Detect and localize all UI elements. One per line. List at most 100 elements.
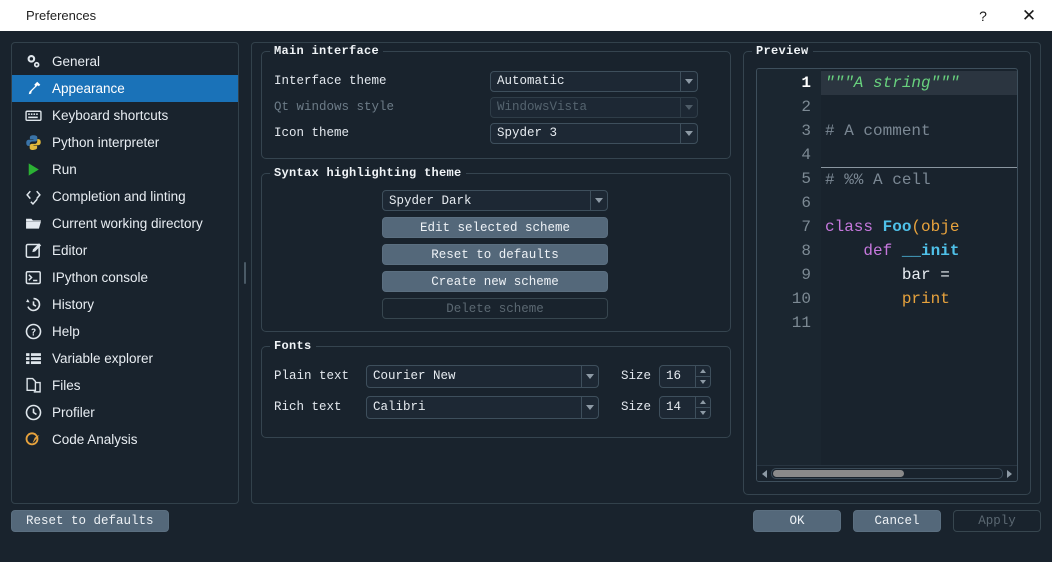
spin-up-icon[interactable] bbox=[696, 366, 710, 377]
close-icon[interactable]: ✕ bbox=[1006, 0, 1052, 31]
question-circle-icon: ? bbox=[23, 323, 43, 341]
sidebar-item-variable-explorer[interactable]: Variable explorer bbox=[12, 345, 238, 372]
line-number: 10 bbox=[791, 290, 811, 308]
check-warning-icon bbox=[23, 431, 43, 449]
sidebar-item-label: History bbox=[52, 297, 95, 312]
code-line[interactable]: # A comment bbox=[821, 119, 1017, 143]
sidebar-item-history[interactable]: History bbox=[12, 291, 238, 318]
code-line[interactable] bbox=[821, 143, 1017, 167]
rich-text-size-value[interactable]: 14 bbox=[660, 397, 695, 418]
code-token: # %% A cell bbox=[825, 171, 931, 189]
code-token: """A string""" bbox=[825, 74, 960, 92]
hscroll-track[interactable] bbox=[771, 468, 1003, 479]
keyboard-icon bbox=[23, 107, 43, 125]
line-number: 9 bbox=[801, 266, 811, 284]
sidebar-item-files[interactable]: Files bbox=[12, 372, 238, 399]
splitter-handle[interactable] bbox=[244, 262, 246, 284]
spin-up-icon[interactable] bbox=[696, 397, 710, 408]
line-number: 2 bbox=[801, 98, 811, 116]
line-number: 1 bbox=[801, 74, 811, 92]
code-preview-editor[interactable]: 1 2 3 4 5 6 7 8 9 10 11 """A string""" # A comment… bbox=[756, 68, 1018, 482]
sidebar-item-label: Files bbox=[52, 378, 81, 393]
sidebar-item-help[interactable]: ? Help bbox=[12, 318, 238, 345]
chevron-down-icon[interactable] bbox=[581, 365, 598, 387]
rich-text-label: Rich text bbox=[274, 400, 342, 414]
code-token: Foo bbox=[882, 218, 912, 236]
appearance-panel: Main interface Interface theme Automatic Q… bbox=[251, 42, 1041, 504]
code-line[interactable]: """A string""" bbox=[821, 71, 1017, 95]
qt-windows-style-label: Qt windows style bbox=[274, 100, 395, 114]
sidebar-item-general[interactable]: General bbox=[12, 48, 238, 75]
rich-text-size-spinbox[interactable]: 14 bbox=[659, 395, 712, 419]
code-line[interactable] bbox=[821, 191, 1017, 215]
sidebar-item-current-working-directory[interactable]: Current working directory bbox=[12, 210, 238, 237]
plain-text-size-spinbox[interactable]: 16 bbox=[659, 364, 712, 388]
history-icon bbox=[23, 296, 43, 314]
apply-button: Apply bbox=[953, 510, 1041, 532]
chevron-down-icon[interactable] bbox=[680, 71, 697, 91]
code-line[interactable]: print bbox=[821, 287, 1017, 311]
main-interface-group: Main interface Interface theme Automatic Q… bbox=[261, 44, 731, 159]
cancel-button[interactable]: Cancel bbox=[853, 510, 941, 532]
pencil-square-icon bbox=[23, 242, 43, 260]
sidebar-item-appearance[interactable]: Appearance bbox=[12, 75, 238, 102]
interface-theme-combo[interactable]: Automatic bbox=[490, 70, 698, 92]
rich-text-font-combo-value: Calibri bbox=[373, 400, 426, 414]
sidebar-item-label: Code Analysis bbox=[52, 432, 138, 447]
code-line[interactable]: def __init bbox=[821, 239, 1017, 263]
reset-to-defaults-button[interactable]: Reset to defaults bbox=[11, 510, 169, 532]
scheme-combo-value: Spyder Dark bbox=[389, 193, 472, 208]
sidebar-item-keyboard-shortcuts[interactable]: Keyboard shortcuts bbox=[12, 102, 238, 129]
sidebar-item-label: IPython console bbox=[52, 270, 149, 285]
sidebar-item-editor[interactable]: Editor bbox=[12, 237, 238, 264]
sidebar-item-label: Variable explorer bbox=[52, 351, 154, 366]
main-interface-title: Main interface bbox=[270, 44, 384, 58]
sidebar-item-run[interactable]: Run bbox=[12, 156, 238, 183]
help-icon[interactable]: ? bbox=[960, 0, 1006, 31]
code-line[interactable]: # %% A cell bbox=[821, 167, 1017, 191]
window-titlebar: Preferences ? ✕ bbox=[0, 0, 1052, 31]
spinner-buttons[interactable] bbox=[695, 365, 711, 387]
line-number: 11 bbox=[791, 314, 811, 332]
chevron-down-icon[interactable] bbox=[581, 396, 598, 418]
rich-text-font-combo[interactable]: Calibri bbox=[366, 395, 599, 419]
sidebar-item-ipython-console[interactable]: IPython console bbox=[12, 264, 238, 291]
preferences-sidebar[interactable]: General Appearance Keyboard shortcuts Pytho… bbox=[11, 42, 239, 504]
reset-to-defaults-button[interactable]: Reset to defaults bbox=[382, 244, 608, 265]
spinner-buttons[interactable] bbox=[695, 396, 711, 418]
sidebar-item-profiler[interactable]: Profiler bbox=[12, 399, 238, 426]
ok-button[interactable]: OK bbox=[753, 510, 841, 532]
sidebar-item-code-analysis[interactable]: Code Analysis bbox=[12, 426, 238, 453]
scroll-left-icon[interactable] bbox=[758, 469, 771, 478]
dialog-actions: OK Cancel Apply bbox=[753, 510, 1041, 532]
code-line[interactable]: class Foo(obje bbox=[821, 215, 1017, 239]
sidebar-item-python-interpreter[interactable]: Python interpreter bbox=[12, 129, 238, 156]
preview-column: Preview 1 2 3 4 5 6 7 8 9 10 11 """A string""" # A… bbox=[743, 44, 1031, 495]
chevron-down-icon[interactable] bbox=[680, 123, 697, 143]
code-token: print bbox=[901, 290, 950, 308]
code-line[interactable] bbox=[821, 311, 1017, 335]
code-token: bar = bbox=[825, 266, 960, 284]
plain-text-font-combo[interactable]: Courier New bbox=[366, 364, 599, 388]
hscroll-thumb[interactable] bbox=[773, 470, 905, 477]
scroll-right-icon[interactable] bbox=[1003, 469, 1016, 478]
spin-down-icon[interactable] bbox=[696, 376, 711, 387]
code-line[interactable] bbox=[821, 95, 1017, 119]
sidebar-splitter[interactable] bbox=[239, 42, 251, 504]
python-icon bbox=[23, 134, 43, 152]
sidebar-item-completion-and-linting[interactable]: Completion and linting bbox=[12, 183, 238, 210]
editor-horizontal-scrollbar[interactable] bbox=[757, 465, 1017, 481]
dialog-content: General Appearance Keyboard shortcuts Pytho… bbox=[11, 42, 1041, 504]
plain-text-font-combo-value: Courier New bbox=[373, 369, 456, 383]
code-line[interactable]: bar = bbox=[821, 263, 1017, 287]
plain-text-size-value[interactable]: 16 bbox=[660, 366, 695, 387]
code-area[interactable]: """A string""" # A comment # %% A cell c… bbox=[821, 69, 1017, 465]
chevron-down-icon[interactable] bbox=[590, 191, 607, 210]
scheme-combo[interactable]: Spyder Dark bbox=[382, 190, 608, 211]
icon-theme-combo[interactable]: Spyder 3 bbox=[490, 122, 698, 144]
edit-selected-scheme-button[interactable]: Edit selected scheme bbox=[382, 217, 608, 238]
line-number: 8 bbox=[801, 242, 811, 260]
create-new-scheme-button[interactable]: Create new scheme bbox=[382, 271, 608, 292]
spin-down-icon[interactable] bbox=[696, 407, 711, 418]
